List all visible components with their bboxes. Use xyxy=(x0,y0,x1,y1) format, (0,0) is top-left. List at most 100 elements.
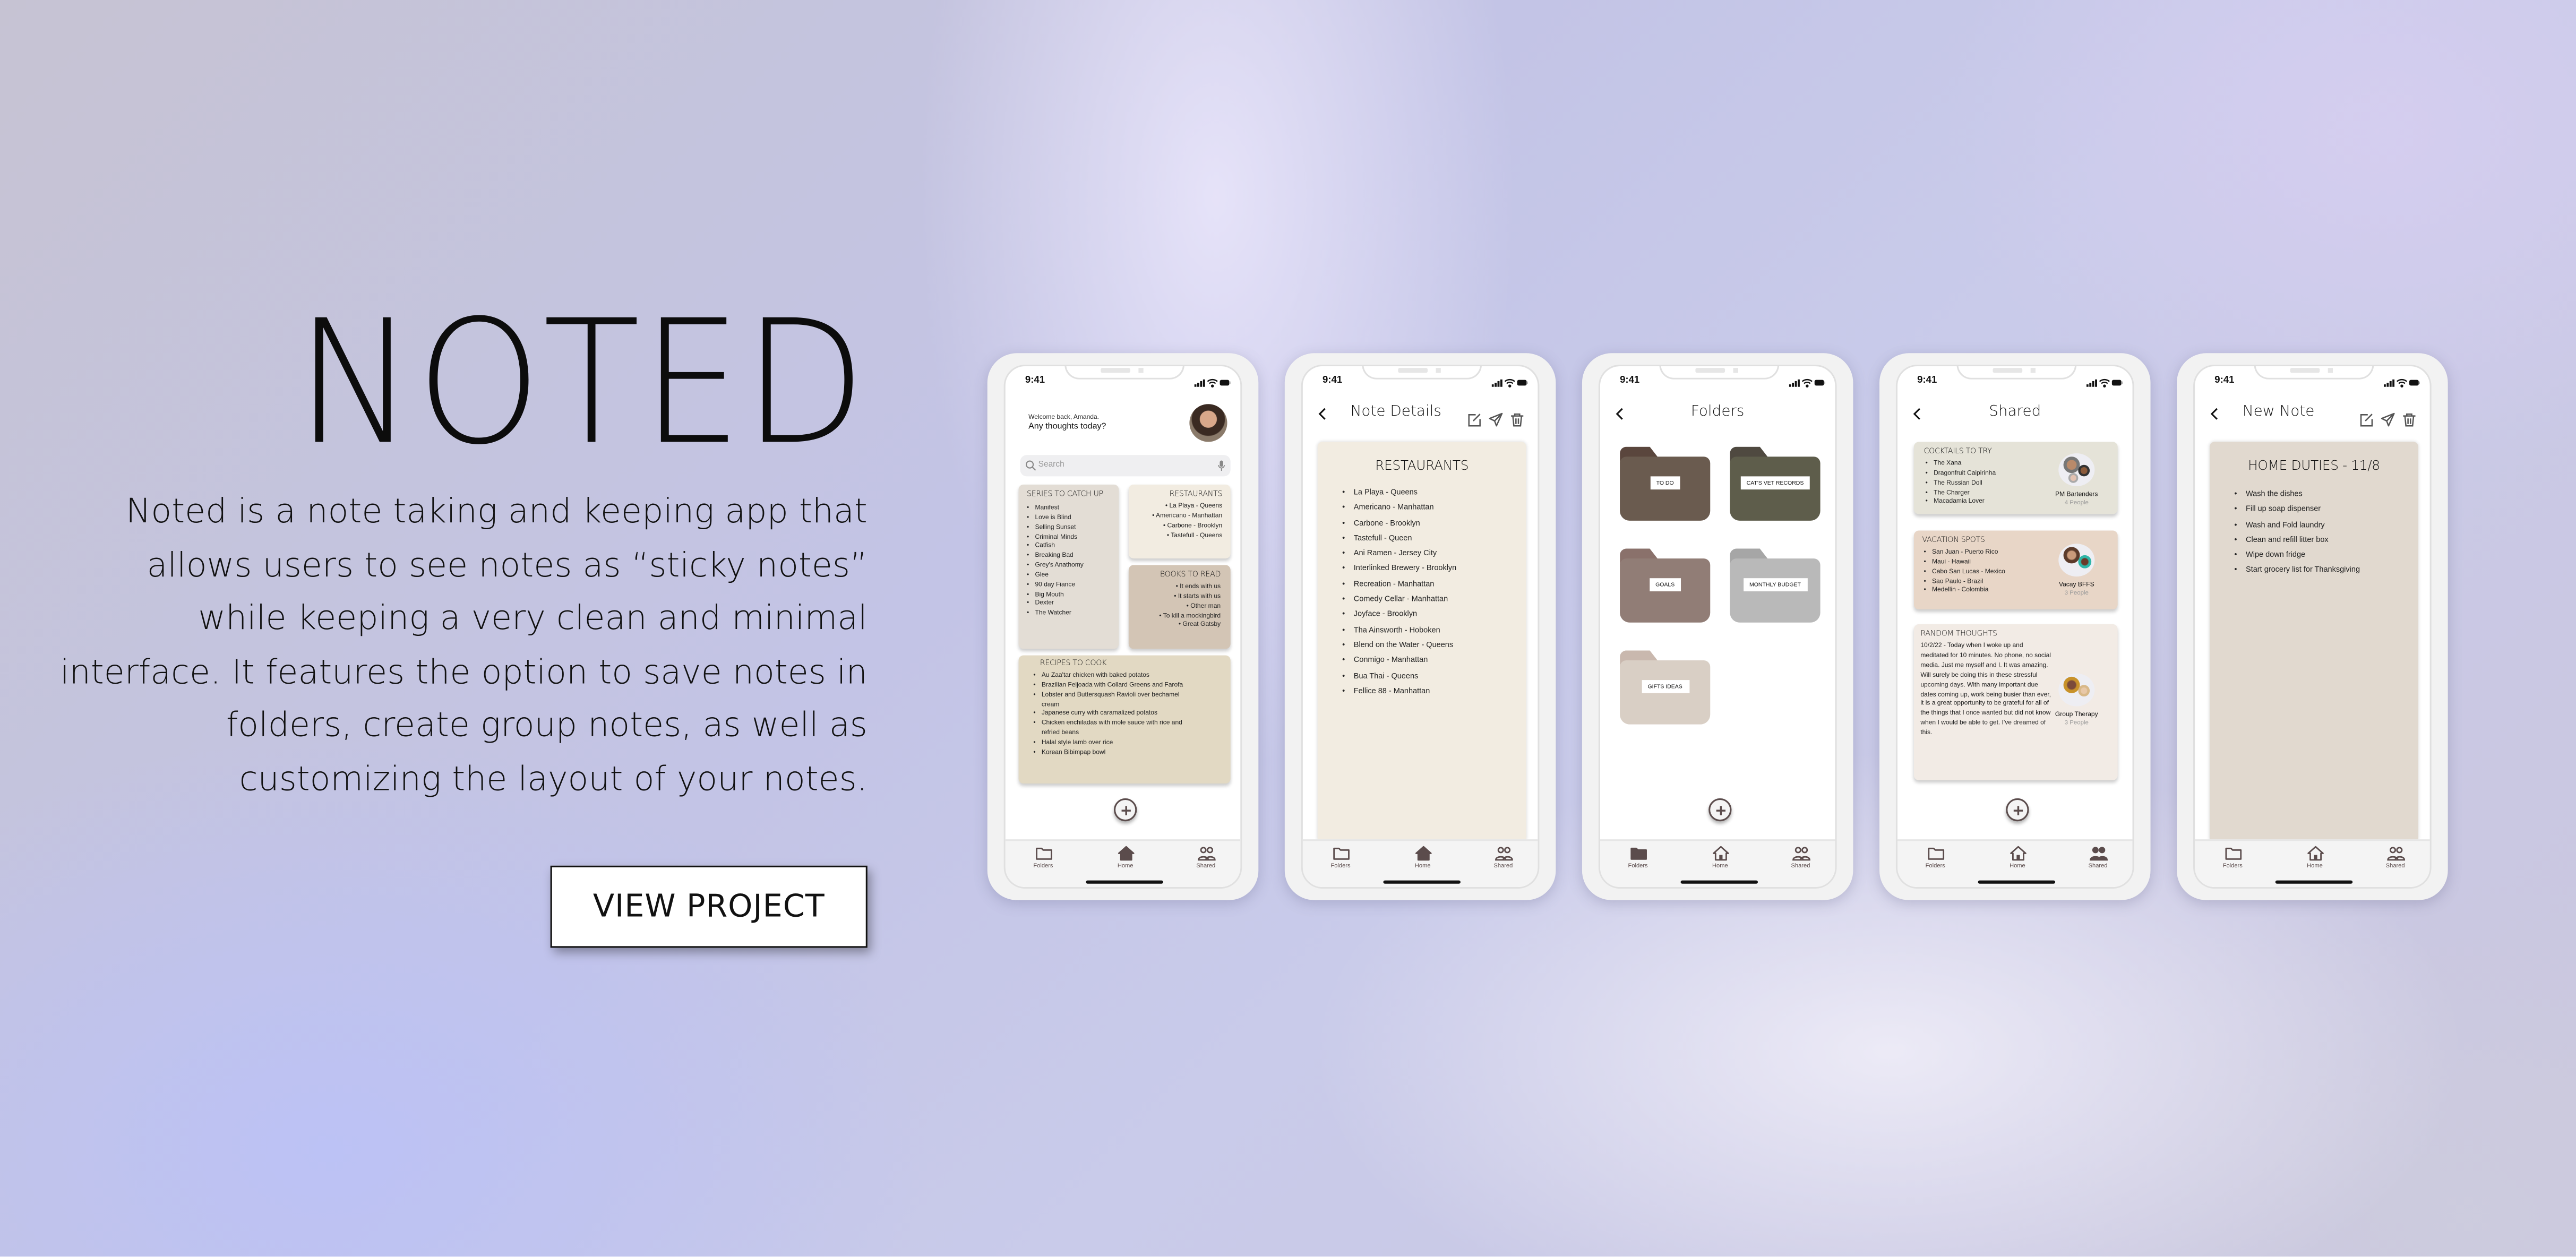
note-card-recipes[interactable]: RECIPES TO COOK Au Zaa'tar chicken with … xyxy=(1018,655,1231,784)
home-icon xyxy=(1414,846,1431,861)
view-project-button[interactable]: VIEW PROJECT xyxy=(550,865,868,948)
list-item: The Watcher xyxy=(1027,608,1111,618)
tab-folders-label: Folders xyxy=(1033,862,1053,869)
trash-icon xyxy=(2403,413,2416,427)
folder-icon xyxy=(1332,847,1349,860)
tab-shared[interactable]: Shared xyxy=(1181,846,1231,869)
list-item: Manifest xyxy=(1027,503,1111,512)
tab-folders[interactable]: Folders xyxy=(2208,846,2257,869)
tab-shared[interactable]: Shared xyxy=(1479,846,1528,869)
add-note-button[interactable] xyxy=(1113,798,1137,822)
tab-folders[interactable]: Folders xyxy=(1316,846,1366,869)
note-card-restaurants[interactable]: RESTAURANTS La Playa - QueensAmericano -… xyxy=(1128,484,1231,559)
list-item: Halal style lamb over rice xyxy=(1033,737,1197,747)
add-note-button[interactable] xyxy=(1708,798,1732,822)
folder-item[interactable]: TO DO xyxy=(1620,446,1711,521)
edit-button[interactable] xyxy=(2359,406,2374,427)
group-info: PM Bartenders 4 People xyxy=(2043,453,2109,506)
home-icon xyxy=(2009,846,2026,861)
tab-home[interactable]: Home xyxy=(1101,846,1150,869)
tab-folders-label: Folders xyxy=(1628,862,1648,869)
battery-icon xyxy=(2111,379,2123,385)
note-card[interactable]: RESTAURANTS La Playa - QueensAmericano -… xyxy=(1317,442,1526,843)
list-item: Japanese curry with caramalized potatos xyxy=(1033,709,1197,718)
group-name: Vacay BFFS xyxy=(2058,580,2094,588)
shared-note-random-thoughts[interactable]: RANDOM THOUGHTS 10/2/22 - Today when I w… xyxy=(1913,624,2118,780)
tab-home[interactable]: Home xyxy=(1993,846,2042,869)
list-item: Recreation - Manhattan xyxy=(1342,576,1526,592)
hero-description-line: folders, create group notes, as well as xyxy=(226,704,868,744)
group-info: Vacay BFFS 3 People xyxy=(2043,544,2109,596)
add-note-button[interactable] xyxy=(2006,798,2029,822)
folder-item[interactable]: CAT'S VET RECORDS xyxy=(1730,446,1821,521)
tab-shared[interactable]: Shared xyxy=(2371,846,2420,869)
note-title: HOME DUTIES - 11/8 xyxy=(2248,458,2380,473)
tab-folders[interactable]: Folders xyxy=(1019,846,1068,869)
hero-description-line: customizing the layout of your notes. xyxy=(239,758,868,798)
tab-folders[interactable]: Folders xyxy=(1911,846,1960,869)
hero-description-line: while keeping a very clean and minimal xyxy=(198,598,868,638)
list-item: Ani Ramen - Jersey City xyxy=(1342,546,1526,562)
notch xyxy=(2254,366,2374,380)
edit-icon xyxy=(2360,414,2373,427)
group-name: PM Bartenders xyxy=(2055,489,2098,498)
phone-shared: 9:41 Shared COCKTAILS TO TRY The XanaDra… xyxy=(1879,353,2151,900)
search-icon xyxy=(1025,460,1036,471)
note-body: 10/2/22 - Today when I woke up and medit… xyxy=(1920,640,2051,736)
note-card-series[interactable]: SERIES TO CATCH UP ManifestLove is Blind… xyxy=(1018,484,1119,649)
list-item: Americano - Manhattan xyxy=(1137,511,1222,520)
tab-home[interactable]: Home xyxy=(1695,846,1745,869)
group-count: 4 People xyxy=(2064,499,2089,506)
home-icon xyxy=(1712,846,1729,861)
folder-item[interactable]: GIFTS IDEAS xyxy=(1620,650,1711,725)
search-placeholder: Search xyxy=(1038,460,1064,470)
users-icon xyxy=(1197,847,1215,861)
shared-note-cocktails[interactable]: COCKTAILS TO TRY The XanaDragonfruit Cai… xyxy=(1913,442,2118,514)
list-item: Lobster and Buttersquash Ravioli over be… xyxy=(1033,690,1197,709)
notch xyxy=(1956,366,2077,380)
tab-shared[interactable]: Shared xyxy=(2073,846,2123,869)
back-icon[interactable] xyxy=(1318,407,1328,420)
folder-item[interactable]: MONTHLY BUDGET xyxy=(1730,548,1821,623)
home-indicator xyxy=(1680,880,1758,884)
shared-note-vacation[interactable]: VACATION SPOTS San Juan - Puerto RicoMau… xyxy=(1913,530,2118,610)
tab-home[interactable]: Home xyxy=(2290,846,2340,869)
note-card-books[interactable]: BOOKS TO READ It ends with usIt starts w… xyxy=(1128,565,1231,649)
delete-button[interactable] xyxy=(1510,406,1525,427)
send-icon xyxy=(2381,412,2395,427)
home-icon xyxy=(2306,846,2323,861)
list-item: Korean Bibimpap bowl xyxy=(1033,747,1197,756)
header: New Note xyxy=(2195,402,2429,427)
send-button[interactable] xyxy=(1489,406,1504,427)
tab-folders[interactable]: Folders xyxy=(1613,846,1663,869)
search-input[interactable]: Search xyxy=(1020,455,1231,477)
tab-shared-label: Shared xyxy=(1196,862,1216,869)
list-item: Big Mouth xyxy=(1027,589,1111,599)
tab-home-label: Home xyxy=(1712,862,1728,869)
list-item: Breaking Bad xyxy=(1027,550,1111,560)
avatar[interactable] xyxy=(1189,404,1227,442)
edit-button[interactable] xyxy=(1467,406,1482,427)
plus-icon xyxy=(2013,805,2022,815)
signal-icon xyxy=(2086,378,2097,386)
list-item: Start grocery list for Thanksgiving xyxy=(2234,563,2418,579)
note-card[interactable]: HOME DUTIES - 11/8 Wash the dishesFill u… xyxy=(2209,442,2418,843)
list-item: Conmigo - Manhattan xyxy=(1342,652,1526,668)
list-item: Brazilian Feijoada with Collard Greens a… xyxy=(1033,680,1197,690)
tab-home[interactable]: Home xyxy=(1398,846,1447,869)
shared-screen: 9:41 Shared COCKTAILS TO TRY The XanaDra… xyxy=(1895,364,2134,889)
mic-icon[interactable] xyxy=(1217,460,1225,471)
send-button[interactable] xyxy=(2381,406,2395,427)
group-info: Group Therapy 3 People xyxy=(2043,673,2109,726)
list-item: Fellice 88 - Manhattan xyxy=(1342,683,1526,699)
home-indicator xyxy=(1383,880,1461,884)
delete-button[interactable] xyxy=(2402,406,2417,427)
group-count: 3 People xyxy=(2064,589,2089,597)
tab-home-label: Home xyxy=(2307,862,2323,869)
back-icon[interactable] xyxy=(2210,407,2220,420)
list-item: La Playa - Queens xyxy=(1342,485,1526,501)
tab-shared[interactable]: Shared xyxy=(1776,846,1825,869)
page-title: Shared xyxy=(1989,404,2041,421)
prompt-text: Any thoughts today? xyxy=(1028,422,1106,432)
folder-item[interactable]: GOALS xyxy=(1620,548,1711,623)
